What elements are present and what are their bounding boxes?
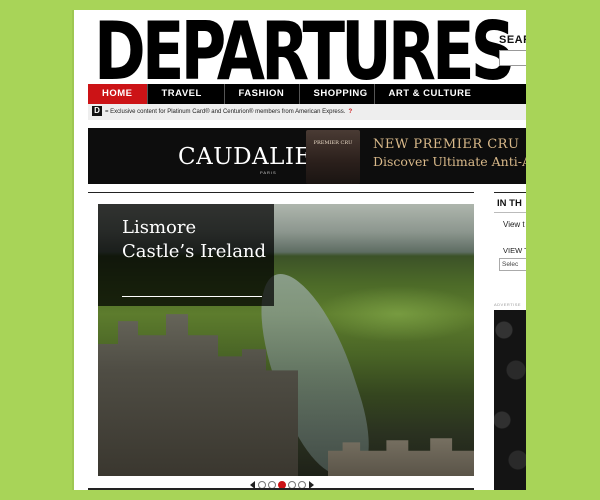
sidebar-view-label: VIEW T bbox=[503, 246, 526, 255]
main-nav: HOME TRAVEL FASHION SHOPPING ART & CULTU… bbox=[88, 84, 526, 104]
feature-title-line2: Castle’s Ireland bbox=[122, 241, 267, 262]
ad-brand-sub: PARIS bbox=[260, 170, 277, 175]
search-label: SEAR bbox=[499, 34, 526, 46]
help-link[interactable]: ? bbox=[348, 109, 352, 115]
sidebar-divider bbox=[494, 212, 526, 213]
ad-banner[interactable]: CAUDALIE PARIS PREMIER CRU NEW PREMIER C… bbox=[88, 128, 526, 184]
sidebar-ad-label: ADVERTISE bbox=[494, 302, 522, 307]
ad-brand: CAUDALIE bbox=[178, 144, 312, 170]
site-logo[interactable]: DEPARTURES bbox=[94, 12, 516, 92]
nav-travel[interactable]: TRAVEL bbox=[146, 84, 224, 104]
caption-rule bbox=[122, 296, 262, 297]
page: DEPARTURES SEAR HOME TRAVEL FASHION SHOP… bbox=[74, 10, 526, 490]
sidebar-rule bbox=[494, 192, 526, 193]
nav-home[interactable]: HOME bbox=[88, 84, 147, 104]
member-notice-bar: D = Exclusive content for Platinum Card® … bbox=[88, 104, 526, 120]
members-badge-icon: D bbox=[92, 106, 102, 117]
feature-caption[interactable]: Lismore Castle’s Ireland bbox=[98, 204, 274, 306]
sidebar-select[interactable]: Selec bbox=[499, 258, 526, 271]
right-sidebar: IN TH View t VIEW T Selec ADVERTISE bbox=[494, 192, 526, 490]
ad-subline: Discover Ultimate Anti-Agin bbox=[373, 154, 526, 169]
nav-fashion[interactable]: FASHION bbox=[223, 84, 299, 104]
nav-shopping[interactable]: SHOPPING bbox=[298, 84, 374, 104]
bottom-rule bbox=[88, 488, 474, 490]
feature-title[interactable]: Lismore Castle’s Ireland bbox=[122, 216, 272, 264]
ad-product-label: PREMIER CRU bbox=[313, 140, 353, 146]
sidebar-ad[interactable] bbox=[494, 310, 526, 490]
sidebar-heading: IN TH bbox=[497, 198, 522, 209]
ad-headline: NEW PREMIER CRU bbox=[373, 137, 520, 152]
feature-title-line1: Lismore bbox=[122, 217, 197, 238]
member-notice-text: = Exclusive content for Platinum Card® a… bbox=[105, 109, 346, 115]
sidebar-view-link[interactable]: View t bbox=[503, 220, 525, 229]
nav-art-culture[interactable]: ART & CULTURE bbox=[373, 84, 475, 104]
search-input[interactable] bbox=[499, 50, 526, 66]
ad-product-image: PREMIER CRU bbox=[306, 130, 360, 184]
